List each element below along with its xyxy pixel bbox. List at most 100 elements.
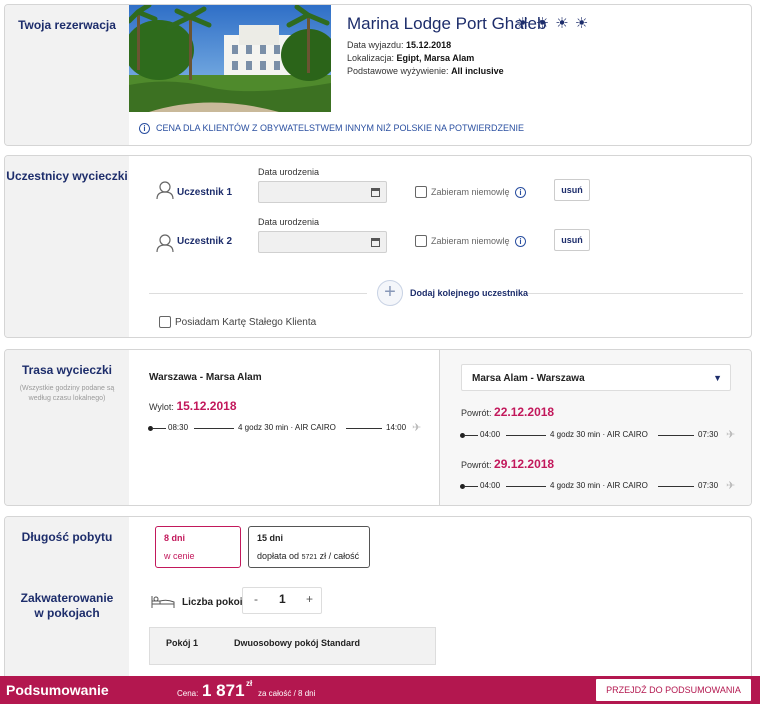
- timeline-line: [194, 428, 234, 429]
- plane-icon: ✈: [412, 422, 422, 434]
- stay-option-8-days-price: w cenie: [164, 551, 195, 561]
- participants-side: Uczestnicy wycieczki: [5, 156, 129, 337]
- stay-option-15-days-price-value: 5721: [301, 554, 318, 561]
- outbound-departure-label: Wylot:: [149, 402, 174, 412]
- loyalty-card-checkbox[interactable]: [159, 316, 171, 328]
- participants-title: Uczestnicy wycieczki: [6, 169, 128, 183]
- outbound-departure-date: 15.12.2018: [176, 399, 237, 413]
- stay-side: Długość pobytu Zakwaterowanie w pokojach: [5, 517, 129, 685]
- user-icon: [156, 181, 174, 200]
- citizenship-price-note[interactable]: i CENA DLA KLIENTÓW Z OBYWATELSTWEM INNYM…: [139, 123, 525, 135]
- info-icon: i: [139, 123, 150, 135]
- return-2-label: Powrót:: [461, 460, 492, 470]
- participants-card: Uczestnicy wycieczki Uczestnik 1 Data ur…: [4, 155, 752, 338]
- outbound-dep-time: 08:30: [168, 423, 189, 432]
- stay-option-8-days[interactable]: 8 dni w cenie: [155, 526, 241, 568]
- hotel-rating-sun-icons: ☀ ☀ ☀ ☀: [516, 15, 590, 32]
- timeline-line: [506, 435, 546, 436]
- return-route-select[interactable]: Marsa Alam - Warszawa ▼: [461, 364, 731, 391]
- participant-1-infant-label-text: Zabieram niemowlę: [431, 187, 510, 197]
- board-label: Podstawowe wyżywienie:: [347, 66, 449, 76]
- board-line: Podstawowe wyżywienie: All inclusive: [347, 66, 504, 76]
- return-1-label: Powrót:: [461, 408, 492, 418]
- participant-2-infant-checkbox[interactable]: [415, 235, 427, 247]
- reservation-title: Twoja rezerwacja: [18, 18, 116, 32]
- summary-title: Podsumowanie: [6, 682, 109, 698]
- departure-date-value: 15.12.2018: [406, 40, 452, 50]
- bed-icon: [151, 596, 175, 608]
- info-icon[interactable]: i: [515, 236, 527, 248]
- stay-option-15-days-price-suffix: zł / całość: [319, 551, 360, 561]
- participant-1-infant-checkbox[interactable]: [415, 186, 427, 198]
- return-1-arr-time: 07:30: [698, 430, 719, 439]
- trip-card: Trasa wycieczki (Wszystkie godziny podan…: [4, 349, 752, 506]
- participant-2-infant-label: Zabieram niemowlę i: [431, 236, 532, 248]
- user-icon: [156, 234, 174, 253]
- participant-2-remove-button[interactable]: usuń: [554, 229, 590, 251]
- stay-option-15-days-price-prefix: dopłata od: [257, 551, 300, 561]
- add-participant-plus-icon[interactable]: +: [377, 280, 403, 306]
- plane-icon: ✈: [726, 480, 736, 492]
- price-suffix: za całość / 8 dni: [258, 689, 316, 698]
- return-2-date: 29.12.2018: [494, 457, 555, 471]
- timeline-line: [658, 486, 694, 487]
- trip-side: Trasa wycieczki (Wszystkie godziny podan…: [5, 350, 129, 505]
- reservation-card: Twoja rezerwacja Marina Lodge Port Ghale…: [4, 4, 752, 146]
- trip-timezone-note: (Wszystkie godziny podane są według czas…: [19, 385, 115, 402]
- stay-option-15-days-price: dopłata od 5721 zł / całość: [257, 551, 359, 561]
- stay-card: Długość pobytu Zakwaterowanie w pokojach…: [4, 516, 752, 686]
- board-value: All inclusive: [451, 66, 504, 76]
- departure-date-line: Data wyjazdu: 15.12.2018: [347, 40, 451, 50]
- plane-icon: ✈: [726, 429, 736, 441]
- divider: [527, 293, 743, 294]
- return-2-dep-time: 04:00: [480, 481, 501, 490]
- participant-1-dob-input[interactable]: [258, 181, 387, 203]
- room-1-label: Pokój 1: [166, 638, 199, 648]
- return-1-date: 22.12.2018: [494, 405, 555, 419]
- citizenship-price-note-text: CENA DLA KLIENTÓW Z OBYWATELSTWEM INNYM …: [156, 123, 525, 133]
- hotel-photo[interactable]: [129, 5, 331, 112]
- location-line: Lokalizacja: Egipt, Marsa Alam: [347, 53, 474, 63]
- return-2-flight-info: 4 godz 30 min · AIR CAIRO: [550, 481, 648, 490]
- return-2-flight-timeline: 04:00 4 godz 30 min · AIR CAIRO 07:30 ✈: [460, 480, 745, 493]
- outbound-flight-timeline: 08:30 4 godz 30 min · AIR CAIRO 14:00 ✈: [148, 422, 428, 435]
- total-price: 1 871: [202, 681, 245, 700]
- outbound-route: Warszawa - Marsa Alam: [149, 372, 262, 383]
- price-label: Cena:: [177, 689, 199, 698]
- participant-1-dob-label: Data urodzenia: [258, 167, 320, 177]
- outbound-departure: Wylot: 15.12.2018: [149, 399, 237, 413]
- increment-button[interactable]: +: [306, 592, 313, 606]
- return-2[interactable]: Powrót: 29.12.2018: [461, 457, 554, 471]
- participant-2-dob-input[interactable]: [258, 231, 387, 253]
- calendar-icon[interactable]: [371, 188, 380, 197]
- loyalty-card-label[interactable]: Posiadam Kartę Stałego Klienta: [175, 317, 316, 328]
- stay-option-15-days-label: 15 dni: [257, 533, 284, 543]
- trip-title: Trasa wycieczki: [21, 363, 113, 377]
- timeline-line: [658, 435, 694, 436]
- return-1-dep-time: 04:00: [480, 430, 501, 439]
- outbound-arr-time: 14:00: [386, 423, 407, 432]
- decrement-button[interactable]: -: [254, 592, 258, 606]
- add-participant-button[interactable]: Dodaj kolejnego uczestnika: [410, 288, 528, 298]
- participant-1-name: Uczestnik 1: [177, 187, 233, 198]
- divider: [149, 293, 367, 294]
- price-currency: zł: [246, 679, 253, 688]
- stay-option-15-days[interactable]: 15 dni dopłata od 5721 zł / całość: [248, 526, 370, 568]
- room-1-row: Pokój 1 Dwuosobowy pokój Standard: [149, 627, 436, 665]
- calendar-icon[interactable]: [371, 238, 380, 247]
- info-icon[interactable]: i: [515, 187, 527, 199]
- return-2-arr-time: 07:30: [698, 481, 719, 490]
- participant-2-dob-label: Data urodzenia: [258, 217, 320, 227]
- participant-1-remove-button[interactable]: usuń: [554, 179, 590, 201]
- chevron-down-icon: ▼: [713, 373, 722, 383]
- participant-2-name: Uczestnik 2: [177, 236, 233, 247]
- rooms-count-stepper[interactable]: - 1 +: [242, 587, 322, 614]
- stay-length-title: Długość pobytu: [21, 530, 113, 544]
- timeline-line: [346, 428, 382, 429]
- return-1[interactable]: Powrót: 22.12.2018: [461, 405, 554, 419]
- rooms-title: Zakwaterowanie w pokojach: [20, 591, 114, 620]
- timeline-line: [506, 486, 546, 487]
- go-to-summary-button[interactable]: PRZEJDŹ DO PODSUMOWANIA: [596, 679, 751, 701]
- participant-2-infant-label-text: Zabieram niemowlę: [431, 236, 510, 246]
- summary-bar: Podsumowanie Cena: 1 871 zł za całość / …: [0, 676, 760, 704]
